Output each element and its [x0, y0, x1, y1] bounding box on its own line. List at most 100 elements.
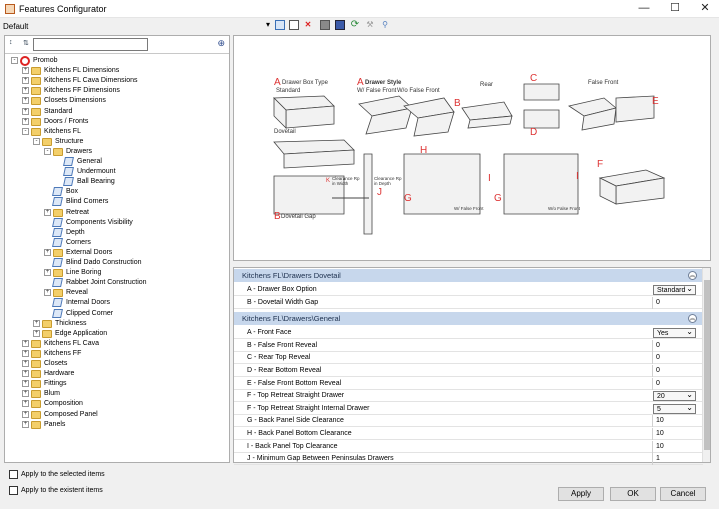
expand-toggle-icon[interactable]: +: [22, 420, 29, 428]
tree-node-label: Kitchens FL Cava: [44, 339, 99, 347]
drawer-diagram-panel: A Drawer Box Type Standard A Drawer Styl…: [233, 35, 711, 261]
diagram-label-h: H: [420, 145, 428, 156]
folder-icon: [31, 410, 41, 419]
collapse-toggle-icon[interactable]: -: [22, 127, 29, 135]
tree-node-label: Blum: [44, 390, 60, 398]
property-value-input[interactable]: 10: [652, 440, 703, 453]
refresh-icon[interactable]: ⟳: [350, 20, 360, 30]
expand-toggle-icon[interactable]: +: [22, 349, 29, 357]
collapse-toggle-icon[interactable]: -: [33, 137, 40, 145]
dropdown-arrow-icon[interactable]: ▾: [263, 20, 273, 30]
expand-toggle-icon[interactable]: +: [44, 208, 51, 216]
expand-toggle-icon[interactable]: +: [22, 87, 29, 95]
tree-node-label: Blind Corners: [66, 198, 109, 206]
drawer-diagram: [273, 83, 666, 235]
expand-toggle-icon[interactable]: +: [44, 289, 51, 297]
tree-node-label: Ball Bearing: [77, 178, 115, 186]
property-value-input[interactable]: 0: [652, 377, 703, 390]
expand-toggle-icon[interactable]: +: [22, 370, 29, 378]
wand-icon[interactable]: ⚲: [380, 20, 390, 30]
diagram-label-i2: I: [576, 171, 579, 182]
close-button[interactable]: ✕: [690, 0, 719, 18]
property-value-input[interactable]: 1: [652, 453, 703, 466]
feature-icon: [52, 217, 63, 227]
property-dropdown[interactable]: Standard: [653, 284, 696, 295]
expand-all-icon[interactable]: ↕: [9, 39, 13, 46]
expand-toggle-icon[interactable]: +: [22, 107, 29, 115]
expand-toggle-icon[interactable]: +: [22, 117, 29, 125]
feature-icon: [52, 237, 63, 247]
add-icon[interactable]: [275, 20, 285, 30]
maximize-button[interactable]: ☐: [660, 0, 690, 18]
property-name: A - Front Face: [247, 329, 292, 337]
tree-node-label: Depth: [66, 228, 85, 236]
diagram-label-b1: B: [454, 98, 461, 109]
diagram-label-g2: G: [494, 193, 502, 204]
property-value-input[interactable]: 0: [652, 296, 703, 309]
tree-node-label: Kitchens FF Dimensions: [44, 87, 120, 95]
binoculars-icon[interactable]: ⊕: [217, 38, 225, 49]
tree-node-label: Line Boring: [66, 269, 102, 277]
folder-icon: [31, 117, 41, 126]
property-value-input[interactable]: 10: [652, 415, 703, 428]
expand-toggle-icon[interactable]: +: [33, 319, 40, 327]
property-name: B - False Front Reveal: [247, 341, 318, 349]
tree-node-label: General: [77, 158, 102, 165]
expand-toggle-icon[interactable]: +: [22, 97, 29, 105]
folder-icon: [53, 289, 63, 298]
cancel-button[interactable]: Cancel: [660, 487, 706, 501]
property-row: C - Rear Top Reveal 0: [234, 352, 703, 365]
collapse-icon[interactable]: ︽: [688, 314, 697, 324]
property-scrollbar[interactable]: [702, 268, 710, 462]
folder-icon: [31, 370, 41, 379]
property-name: J - Minimum Gap Between Peninsulas Drawe…: [247, 455, 394, 463]
diagram-false-front: False Front: [588, 80, 619, 86]
expand-toggle-icon[interactable]: +: [44, 269, 51, 277]
expand-toggle-icon[interactable]: +: [22, 410, 29, 418]
expand-toggle-icon[interactable]: +: [22, 380, 29, 388]
folder-icon: [53, 147, 63, 156]
expand-toggle-icon[interactable]: +: [44, 248, 51, 256]
diagram-label-a1: A: [274, 77, 281, 88]
delete-icon[interactable]: ✕: [303, 20, 313, 30]
diagram-clearance-width: Clearance Rp in Width: [332, 176, 360, 186]
property-dropdown[interactable]: 20: [653, 390, 696, 402]
expand-toggle-icon[interactable]: +: [22, 67, 29, 75]
tree-node-label: Thickness: [55, 319, 87, 327]
feature-icon: [52, 298, 63, 308]
tools-icon[interactable]: ⚒: [365, 20, 375, 30]
grid-icon[interactable]: [335, 20, 345, 30]
search-input[interactable]: [33, 38, 148, 51]
folder-icon: [31, 400, 41, 409]
property-value-input[interactable]: 0: [652, 339, 703, 352]
expand-toggle-icon[interactable]: +: [22, 77, 29, 85]
property-value-input[interactable]: 0: [652, 365, 703, 377]
tree-node-label: Doors / Fronts: [44, 117, 89, 125]
expand-toggle-icon[interactable]: +: [22, 390, 29, 398]
collapse-toggle-icon[interactable]: -: [44, 147, 51, 155]
diagram-rear: Rear: [480, 82, 494, 88]
property-dropdown[interactable]: Yes: [653, 327, 696, 339]
save-icon[interactable]: [320, 20, 330, 30]
apply-selected-checkbox[interactable]: [9, 470, 18, 479]
apply-existent-checkbox[interactable]: [9, 486, 18, 495]
property-name: E - False Front Bottom Reveal: [247, 379, 342, 387]
ok-button[interactable]: OK: [610, 487, 656, 501]
expand-toggle-icon[interactable]: +: [22, 400, 29, 408]
collapse-icon[interactable]: ︽: [688, 271, 697, 280]
collapse-toggle-icon[interactable]: -: [11, 57, 18, 64]
feature-tree[interactable]: - Promob + Kitchens FL Dimensions + Kitchens …: [5, 53, 229, 463]
feature-icon: [52, 187, 63, 197]
property-value-input[interactable]: 0: [652, 352, 703, 365]
expand-toggle-icon[interactable]: +: [22, 360, 29, 367]
collapse-all-icon[interactable]: ⇅: [23, 39, 29, 47]
property-value-input[interactable]: 10: [652, 428, 703, 440]
apply-button[interactable]: Apply: [558, 487, 604, 501]
expand-toggle-icon[interactable]: +: [33, 329, 40, 337]
property-dropdown[interactable]: 5: [653, 403, 696, 414]
profile-label: Default: [3, 22, 29, 31]
copy-icon[interactable]: [289, 20, 299, 30]
property-row: D - Rear Bottom Reveal 0: [234, 365, 703, 377]
expand-toggle-icon[interactable]: +: [22, 339, 29, 347]
minimize-button[interactable]: —: [629, 0, 659, 18]
